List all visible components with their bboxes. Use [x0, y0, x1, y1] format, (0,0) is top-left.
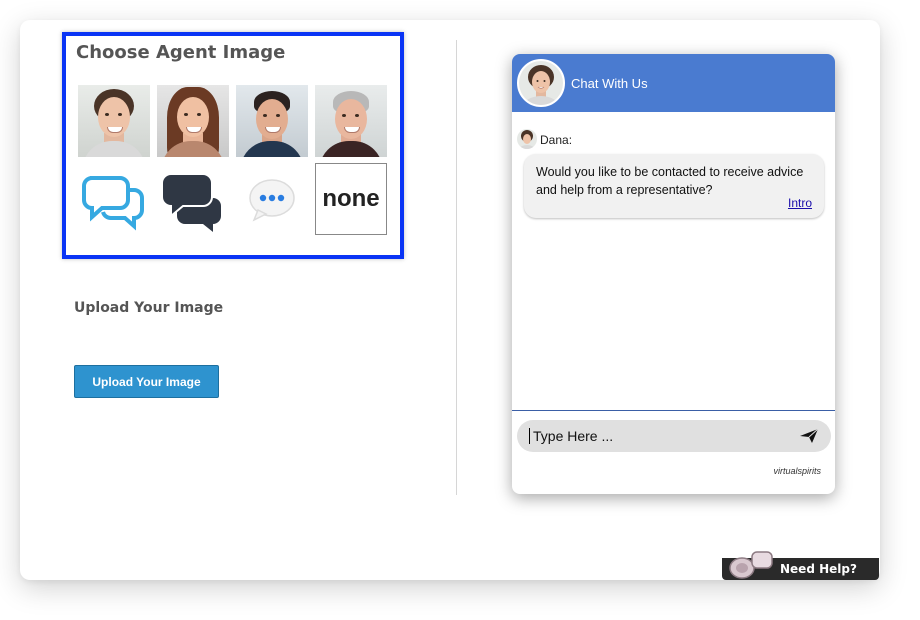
chat-bubbles-dark-icon[interactable]: [157, 164, 229, 236]
chat-message-input[interactable]: [533, 420, 783, 452]
sender-avatar: [517, 129, 537, 149]
agent-photo-man-gray-hair[interactable]: [315, 85, 387, 157]
chat-header-title: Chat With Us: [571, 76, 648, 91]
chat-widget-preview: Chat With Us Dana: Would you like to be …: [512, 54, 835, 494]
agent-avatar: [517, 59, 565, 107]
no-image-option[interactable]: none: [315, 163, 387, 235]
help-bubbles-icon: [729, 551, 773, 579]
agent-photo-woman-short-hair[interactable]: [78, 85, 150, 157]
need-help-label: Need Help?: [780, 562, 857, 576]
settings-card: Choose Agent Image none Upload Your Imag…: [20, 20, 880, 580]
message-sender-name: Dana:: [540, 133, 573, 147]
upload-image-button[interactable]: Upload Your Image: [74, 365, 219, 398]
need-help-tab[interactable]: Need Help?: [722, 551, 879, 580]
vertical-divider: [456, 40, 457, 495]
agent-image-chooser: Choose Agent Image none: [62, 32, 404, 259]
agent-chooser-title: Choose Agent Image: [76, 42, 286, 63]
text-caret: [529, 428, 530, 444]
message-bubble: Would you like to be contacted to receiv…: [524, 154, 824, 218]
typing-bubble-icon[interactable]: [236, 164, 308, 236]
no-image-label: none: [322, 185, 380, 212]
agent-photo-man-dark-hair[interactable]: [236, 85, 308, 157]
brand-label: virtualspirits: [773, 466, 821, 476]
chat-bubbles-blue-icon[interactable]: [78, 164, 150, 236]
agent-photo-woman-long-hair[interactable]: [157, 85, 229, 157]
chat-message-area: Dana: Would you like to be contacted to …: [512, 112, 835, 411]
upload-section-label: Upload Your Image: [74, 300, 224, 316]
message-text: Would you like to be contacted to receiv…: [536, 165, 804, 197]
intro-link[interactable]: Intro: [788, 196, 812, 210]
chat-header: Chat With Us: [512, 54, 835, 112]
chat-input-wrapper: [517, 420, 831, 452]
send-icon[interactable]: [799, 428, 819, 444]
